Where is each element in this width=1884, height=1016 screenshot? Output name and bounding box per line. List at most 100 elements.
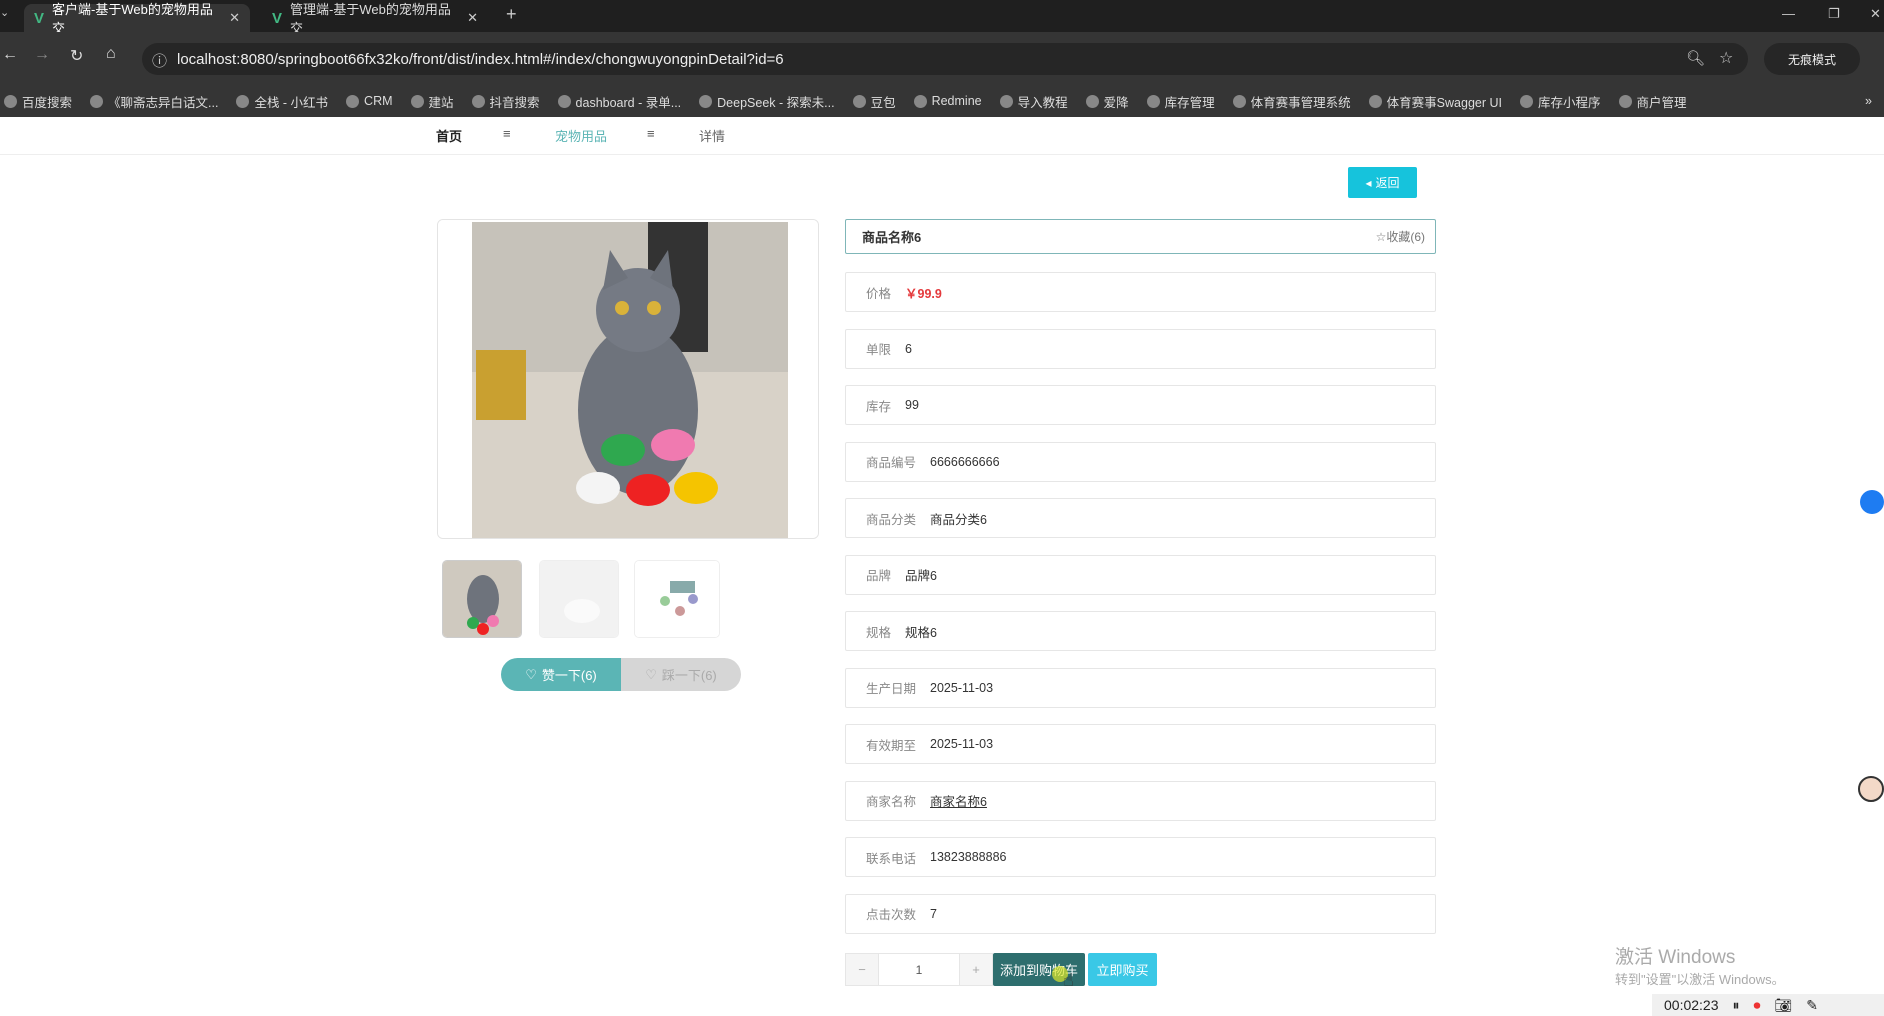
bookmark-item[interactable]: 豆包: [852, 92, 896, 111]
bookmark-favicon-icon: [1519, 94, 1533, 108]
field-label: 商品分类: [866, 512, 917, 527]
bookmark-label: 体育赛事管理系统: [1250, 95, 1351, 110]
bookmark-item[interactable]: 库存小程序: [1519, 92, 1601, 111]
close-tab-icon[interactable]: ✕: [229, 10, 240, 26]
field-value[interactable]: 商家名称6: [930, 791, 987, 810]
field-label: 商家名称: [866, 795, 917, 809]
minimize-button[interactable]: —: [1782, 6, 1795, 21]
back-button[interactable]: ◂ 返回: [1348, 167, 1417, 198]
bookmark-favicon-icon: [90, 94, 104, 108]
bookmark-favicon-icon: [471, 94, 485, 108]
dislike-label: 踩一下(6): [661, 668, 717, 683]
breadcrumb-category[interactable]: 宠物用品: [555, 126, 607, 145]
url-text: localhost:8080/springboot66fx32ko/front/…: [177, 50, 784, 68]
favorite-button[interactable]: ☆收藏(6): [1376, 228, 1425, 245]
tab-list-icon[interactable]: ⌄: [0, 6, 18, 26]
field-row: 品牌 品牌6: [845, 554, 1436, 595]
screen-recorder-bar: 00:02:23 ⏸ ⏺ 📷︎ ✎: [1652, 994, 1884, 1016]
avatar-widget[interactable]: [1858, 776, 1884, 802]
dislike-button[interactable]: ♡ 踩一下(6): [621, 658, 741, 691]
field-value: 2025-11-03: [930, 737, 994, 751]
bookmark-label: 百度搜索: [22, 95, 73, 110]
floating-assistant-icon[interactable]: [1860, 490, 1884, 514]
incognito-badge[interactable]: 无痕模式: [1764, 43, 1860, 75]
chevron-left-icon: ◂: [1365, 175, 1372, 190]
home-icon[interactable]: ⌂: [106, 45, 116, 63]
new-tab-button[interactable]: +: [506, 4, 517, 25]
quantity-input[interactable]: 1: [878, 954, 960, 985]
increment-button[interactable]: +: [960, 954, 992, 985]
bookmark-item[interactable]: 体育赛事管理系统: [1232, 92, 1351, 111]
field-value: 2025-11-03: [930, 680, 994, 695]
pause-icon[interactable]: ⏸: [1733, 997, 1740, 1014]
bookmark-label: CRM: [364, 94, 393, 108]
bookmark-label: 豆包: [870, 95, 896, 110]
forward-nav-icon[interactable]: →: [34, 46, 50, 64]
field-row: 有效期至 2025-11-03: [845, 724, 1436, 764]
bookmark-item[interactable]: 百度搜索: [4, 92, 72, 111]
tab-admin[interactable]: V 管理端-基于Web的宠物用品交 ✕: [262, 2, 488, 36]
bookmark-favicon-icon: [1618, 94, 1632, 108]
bookmark-item[interactable]: 库存管理: [1146, 92, 1215, 111]
bookmark-star-icon[interactable]: ☆: [1719, 48, 1733, 68]
bookmark-item[interactable]: dashboard - 录单...: [557, 92, 682, 111]
like-button[interactable]: ♡ 赞一下(6): [501, 658, 621, 691]
field-label: 点击次数: [866, 908, 917, 922]
quantity-stepper: − 1 +: [845, 953, 993, 986]
bookmark-favicon-icon: [1368, 94, 1382, 108]
bookmark-label: 体育赛事Swagger UI: [1386, 95, 1502, 110]
windows-watermark-title: 激活 Windows: [1615, 947, 1736, 968]
breadcrumb-home[interactable]: 首页: [436, 126, 462, 145]
vue-icon: V: [34, 9, 45, 27]
field-label: 规格: [866, 625, 892, 640]
bookmark-label: dashboard - 录单...: [575, 95, 682, 110]
bookmark-label: 库存小程序: [1537, 95, 1601, 110]
more-bookmarks-icon[interactable]: »: [1865, 94, 1884, 108]
field-row: 商家名称 商家名称6: [845, 780, 1436, 821]
reload-icon[interactable]: ↻: [70, 46, 83, 66]
bookmark-favicon-icon: [410, 94, 424, 108]
bookmark-item[interactable]: 体育赛事Swagger UI: [1368, 92, 1502, 111]
bookmark-item[interactable]: DeepSeek - 探索未...: [699, 92, 835, 111]
stop-record-icon[interactable]: ⏺: [1754, 997, 1761, 1014]
bookmark-item[interactable]: 爱降: [1085, 92, 1129, 111]
buy-now-button[interactable]: 立即购买: [1088, 953, 1157, 986]
field-label: 商品编号: [866, 456, 917, 470]
field-value: 规格6: [905, 625, 937, 640]
close-tab-icon[interactable]: ✕: [467, 10, 478, 26]
site-info-icon[interactable]: ⓘ: [152, 50, 167, 71]
address-bar[interactable]: ⓘ localhost:8080/springboot66fx32ko/fron…: [142, 43, 1748, 75]
bookmark-item[interactable]: Redmine: [913, 94, 982, 108]
thumbnail-2[interactable]: [539, 560, 619, 638]
bookmark-item[interactable]: 抖音搜索: [471, 92, 540, 111]
bookmark-item[interactable]: 建站: [410, 92, 454, 111]
bookmark-item[interactable]: 《聊斋志异白话文...: [90, 92, 218, 111]
product-name: 商品名称6: [862, 230, 922, 245]
like-label: 赞一下(6): [541, 668, 597, 683]
restore-button[interactable]: ❐: [1828, 6, 1840, 22]
bookmark-item[interactable]: 全栈 - 小红书: [236, 92, 328, 111]
recorder-time: 00:02:23: [1664, 997, 1719, 1013]
bookmark-item[interactable]: 导入教程: [999, 92, 1068, 111]
close-window-button[interactable]: ✕: [1870, 6, 1881, 22]
camera-icon[interactable]: 📷︎: [1775, 997, 1793, 1014]
bookmark-item[interactable]: CRM: [346, 94, 393, 108]
back-nav-icon[interactable]: ←: [2, 46, 18, 64]
field-row: 商品分类 商品分类6: [845, 498, 1436, 538]
field-row: 单限 6: [845, 328, 1436, 369]
incognito-label: 无痕模式: [1787, 52, 1836, 67]
thumbnail-3[interactable]: [634, 560, 720, 638]
bookmark-label: 爱降: [1103, 95, 1129, 110]
decrement-button[interactable]: −: [846, 954, 878, 985]
tab-client[interactable]: V 客户端-基于Web的宠物用品交 ✕: [24, 2, 250, 36]
bookmark-label: 导入教程: [1017, 95, 1068, 110]
bookmark-label: 抖音搜索: [489, 95, 540, 110]
bookmark-favicon-icon: [699, 94, 713, 108]
field-row: 点击次数 7: [845, 893, 1436, 934]
bookmark-item[interactable]: 商户管理: [1618, 92, 1687, 111]
field-label: 生产日期: [866, 682, 917, 696]
thumbnail-1[interactable]: [442, 560, 522, 638]
field-row: 商品编号 6666666666: [845, 441, 1436, 482]
zoom-icon[interactable]: 🔍︎: [1686, 49, 1705, 67]
pen-icon[interactable]: ✎: [1806, 997, 1818, 1014]
